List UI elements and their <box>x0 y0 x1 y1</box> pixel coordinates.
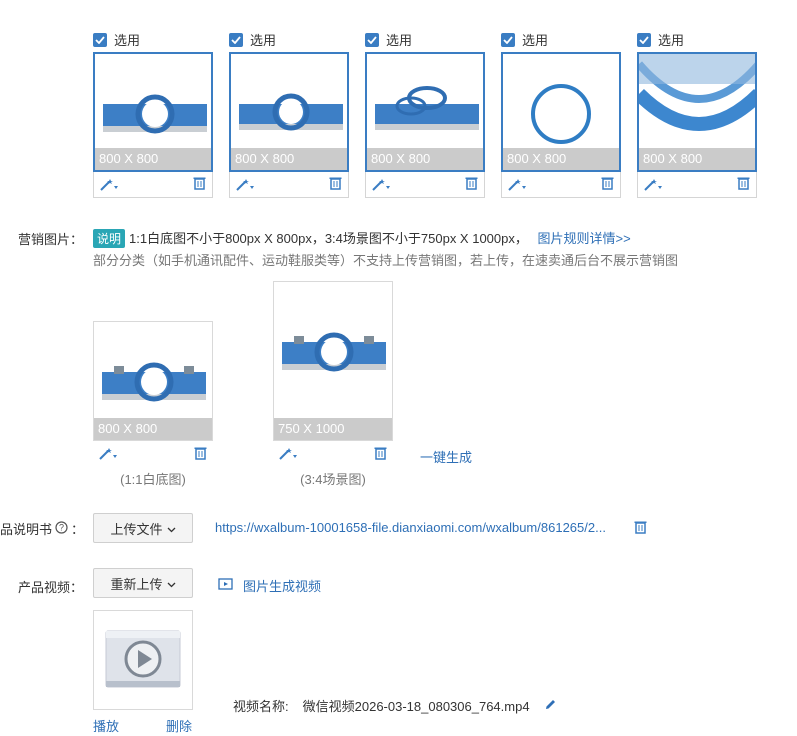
trash-icon[interactable] <box>737 176 750 193</box>
checkbox-checked-icon <box>501 32 515 47</box>
image-thumb[interactable]: 800 X 800 <box>501 52 621 172</box>
upload-file-button[interactable]: 上传文件 <box>93 513 193 543</box>
image-size-label: 800 X 800 <box>231 148 347 170</box>
image-thumb[interactable]: 800 X 800 <box>93 52 213 172</box>
film-icon <box>218 578 233 593</box>
trash-icon[interactable] <box>634 520 647 537</box>
image-tools <box>229 172 349 198</box>
upload-file-label: 上传文件 <box>110 521 163 537</box>
select-label: 选用 <box>250 33 277 48</box>
reupload-label: 重新上传 <box>110 576 163 592</box>
trash-icon[interactable] <box>601 176 614 193</box>
marketing-square-caption: (1:1白底图) <box>120 472 186 487</box>
image-size-label: 800 X 800 <box>94 418 212 440</box>
select-checkbox[interactable]: 选用 <box>229 30 276 49</box>
pencil-icon[interactable] <box>544 698 557 714</box>
image-tools <box>93 172 213 198</box>
image-card: 800 X 800 <box>229 52 349 198</box>
checkbox-checked-icon <box>93 32 107 47</box>
marketing-rule: 说明 1:1白底图不小于800px X 800px，3:4场景图不小于750px … <box>93 228 783 248</box>
select-label: 选用 <box>658 33 685 48</box>
video-name-label: 视频名称: <box>233 699 289 714</box>
marketing-portrait-caption: (3:4场景图) <box>300 472 366 487</box>
marketing-square-thumb[interactable]: 800 X 800 <box>93 321 213 441</box>
select-checkbox[interactable]: 选用 <box>365 30 412 49</box>
image-card: 800 X 800 <box>501 52 621 198</box>
trash-icon[interactable] <box>465 176 478 193</box>
svg-text:?: ? <box>59 522 64 532</box>
image-card: 800 X 800 <box>93 52 213 198</box>
magic-wand-icon[interactable] <box>234 178 256 192</box>
image-tools <box>501 172 621 198</box>
select-checkbox[interactable]: 选用 <box>501 30 548 49</box>
image-tools <box>637 172 757 198</box>
select-checkbox[interactable]: 选用 <box>93 30 140 49</box>
magic-wand-icon[interactable] <box>370 178 392 192</box>
select-label: 选用 <box>522 33 549 48</box>
image-thumb[interactable]: 800 X 800 <box>637 52 757 172</box>
magic-wand-icon[interactable] <box>97 447 119 461</box>
marketing-square-card: 800 X 800 (1:1白底图) <box>93 321 213 488</box>
image-size-label: 800 X 800 <box>639 148 755 170</box>
video-label: 产品视频： <box>18 580 84 595</box>
video-thumbnail[interactable] <box>93 610 193 710</box>
magic-wand-icon[interactable] <box>506 178 528 192</box>
manual-label: 品说明书 ? ： <box>0 519 84 538</box>
marketing-rule-text: 1:1白底图不小于800px X 800px，3:4场景图不小于750px X … <box>129 231 528 246</box>
image-tools <box>365 172 485 198</box>
video-name-value: 微信视频2026-03-18_080306_764.mp4 <box>302 699 530 714</box>
image-card: 800 X 800 <box>637 52 757 198</box>
select-label: 选用 <box>114 33 141 48</box>
image-size-label: 800 X 800 <box>503 148 619 170</box>
magic-wand-icon[interactable] <box>642 178 664 192</box>
checkbox-checked-icon <box>365 32 379 47</box>
images-to-video-label: 图片生成视频 <box>243 579 322 594</box>
image-thumb[interactable]: 800 X 800 <box>229 52 349 172</box>
marketing-square-tools <box>93 441 213 467</box>
marketing-portrait-card: 750 X 1000 (3:4场景图) <box>273 281 393 488</box>
video-play-icon <box>105 630 181 688</box>
trash-icon[interactable] <box>194 446 207 463</box>
image-size-label: 800 X 800 <box>95 148 211 170</box>
marketing-portrait-tools <box>273 441 393 467</box>
images-to-video-link[interactable]: 图片生成视频 <box>218 576 321 595</box>
checkbox-checked-icon <box>229 32 243 47</box>
top-fade-line <box>380 0 797 2</box>
marketing-note: 部分分类（如手机通讯配件、运动鞋服类等）不支持上传营销图，若上传，在速卖通后台不… <box>93 253 679 268</box>
chevron-down-icon <box>167 576 176 591</box>
marketing-label: 营销图片： <box>18 232 84 247</box>
marketing-portrait-thumb[interactable]: 750 X 1000 <box>273 281 393 441</box>
video-name-row: 视频名称: 微信视频2026-03-18_080306_764.mp4 <box>233 696 557 715</box>
magic-wand-icon[interactable] <box>98 178 120 192</box>
image-thumb[interactable]: 800 X 800 <box>365 52 485 172</box>
image-size-label: 750 X 1000 <box>274 418 392 440</box>
trash-icon[interactable] <box>329 176 342 193</box>
trash-icon[interactable] <box>374 446 387 463</box>
chevron-down-icon <box>167 521 176 536</box>
manual-label-text: 品说明书 <box>0 522 53 537</box>
info-badge: 说明 <box>93 229 126 248</box>
one-click-generate-link[interactable]: 一键生成 <box>420 447 472 466</box>
select-label: 选用 <box>386 33 413 48</box>
image-rules-link[interactable]: 图片规则详情>> <box>537 231 630 246</box>
delete-link[interactable]: 删除 <box>166 716 192 735</box>
select-checkbox[interactable]: 选用 <box>637 30 684 49</box>
help-icon[interactable]: ? <box>55 520 68 537</box>
trash-icon[interactable] <box>193 176 206 193</box>
reupload-button[interactable]: 重新上传 <box>93 568 193 598</box>
checkbox-checked-icon <box>637 32 651 47</box>
image-card: 800 X 800 <box>365 52 485 198</box>
magic-wand-icon[interactable] <box>277 447 299 461</box>
play-link[interactable]: 播放 <box>93 716 119 735</box>
manual-label-colon: ： <box>71 522 85 537</box>
manual-file-link[interactable]: https://wxalbum-10001658-file.dianxiaomi… <box>215 520 606 535</box>
image-size-label: 800 X 800 <box>367 148 483 170</box>
